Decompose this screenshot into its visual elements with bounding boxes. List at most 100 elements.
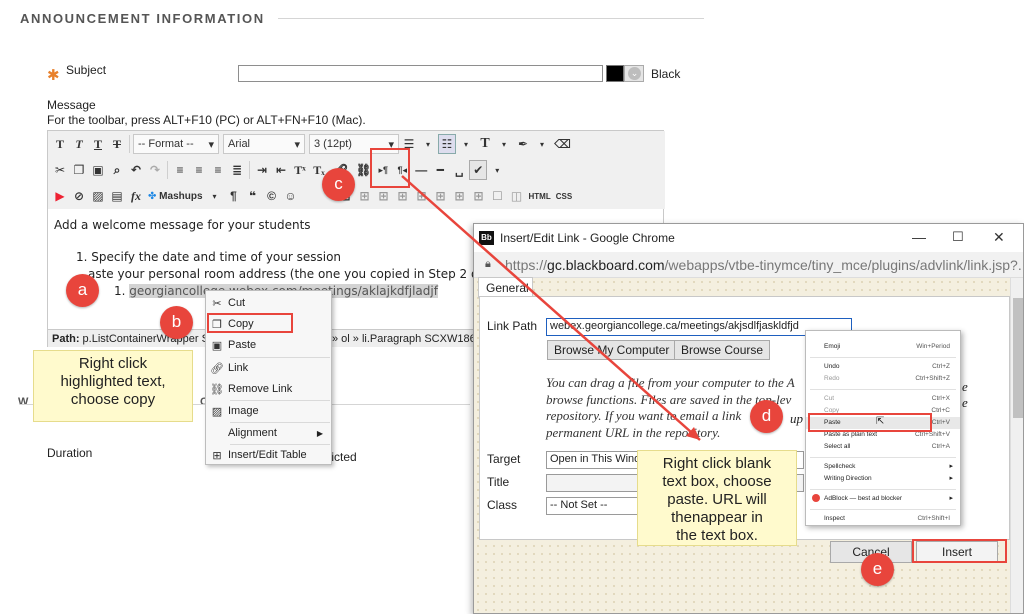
chevron-down-icon[interactable]: ▾	[488, 160, 506, 180]
nonbreaking-space-icon[interactable]: ␣	[450, 160, 468, 180]
superscript-icon[interactable]: Tˣ	[291, 160, 309, 180]
chrome-menu-item-emoji[interactable]: Emoji Win+Period	[806, 341, 960, 353]
chrome-menu-item-cut[interactable]: Cut Ctrl+X	[806, 393, 960, 405]
chrome-menu-item-redo[interactable]: Redo Ctrl+Shift+Z	[806, 373, 960, 385]
menu-item-remove-link[interactable]: ⛓ Remove Link	[206, 379, 331, 399]
outdent-icon[interactable]: ⇤	[272, 160, 290, 180]
preview-icon[interactable]: ☐	[489, 186, 507, 206]
formula-icon[interactable]: fx	[127, 186, 145, 206]
youtube-icon[interactable]: ▶	[51, 186, 69, 206]
undo-icon[interactable]: ↶	[127, 160, 145, 180]
chrome-menu-item-adblock[interactable]: AdBlock — best ad blocker ▸	[806, 493, 960, 505]
eraser-icon[interactable]: ⌫	[552, 134, 573, 154]
menu-item-insert-edit-table[interactable]: ⊞ Insert/Edit Table	[206, 445, 331, 465]
paragraph-icon[interactable]: ¶	[225, 186, 243, 206]
bold-icon[interactable]: T	[51, 134, 69, 154]
path-text: p.ListContainerWrapper S	[79, 333, 209, 345]
chevron-down-icon[interactable]: ▾	[533, 134, 551, 154]
list-item-1: 1. Specify the date and time of your ses…	[76, 250, 342, 264]
underline-icon[interactable]: T	[89, 134, 107, 154]
table-props-icon[interactable]: ⊞	[470, 186, 488, 206]
adblock-icon	[812, 494, 820, 502]
chevron-down-icon[interactable]: ▾	[457, 134, 475, 154]
chrome-menu-item-inspect[interactable]: Inspect Ctrl+Shift+I	[806, 513, 960, 525]
attachment-icon[interactable]: ⊘	[70, 186, 88, 206]
tab-general[interactable]: General	[478, 277, 533, 298]
css-button[interactable]: CSS	[554, 186, 574, 206]
highlight-pen-icon[interactable]: ✒	[514, 134, 532, 154]
italic-icon[interactable]: T	[70, 134, 88, 154]
cut-icon[interactable]: ✂	[51, 160, 69, 180]
chrome-menu-item-undo[interactable]: Undo Ctrl+Z	[806, 361, 960, 373]
minimize-icon[interactable]: —	[912, 229, 926, 245]
copy-icon[interactable]: ❐	[70, 160, 88, 180]
html-button[interactable]: HTML	[527, 186, 553, 206]
chevron-down-icon: ⌄	[628, 67, 641, 80]
numbered-list-icon[interactable]: ☷	[438, 134, 456, 154]
chrome-menu-item-writing-direction[interactable]: Writing Direction ▸	[806, 473, 960, 485]
fullscreen-icon[interactable]: ◫	[508, 186, 526, 206]
spellcheck-icon[interactable]: ✔	[469, 160, 488, 180]
horizontal-line-icon[interactable]: ━	[431, 160, 449, 180]
instruction-note-left: Right click highlighted text, choose cop…	[33, 350, 193, 422]
chrome-menu-item-spellcheck[interactable]: Spellcheck ▸	[806, 461, 960, 473]
menu-item-alignment[interactable]: Alignment ▶	[206, 423, 331, 443]
menu-item-image[interactable]: ▨ Image	[206, 401, 331, 421]
align-center-icon[interactable]: ≡	[190, 160, 208, 180]
subject-label: Subject	[66, 63, 107, 77]
table-row-icon[interactable]: ⊞	[356, 186, 374, 206]
redo-icon[interactable]: ↷	[146, 160, 164, 180]
url-bar[interactable]: 🔒︎ https://gc.blackboard.com/webapps/vtb…	[474, 252, 1023, 278]
quote-icon[interactable]: ❝	[244, 186, 262, 206]
format-select[interactable]: -- Format -- ▾	[133, 134, 219, 154]
align-right-icon[interactable]: ≡	[209, 160, 227, 180]
text-color-icon[interactable]: T	[476, 134, 494, 154]
paste-icon[interactable]: ▣	[89, 160, 107, 180]
link-path-label: Link Path	[487, 319, 538, 333]
search-icon[interactable]: ⌕	[108, 160, 126, 180]
copyright-icon[interactable]: ©	[263, 186, 281, 206]
menu-item-link[interactable]: 🔗︎ Link	[206, 358, 331, 378]
horizontal-rule-icon[interactable]: —	[412, 160, 430, 180]
insert-highlight-box	[912, 539, 1007, 563]
chevron-down-icon[interactable]: ▾	[206, 186, 224, 206]
indent-icon[interactable]: ⇥	[253, 160, 271, 180]
scrollbar-thumb[interactable]	[1013, 298, 1023, 418]
align-justify-icon[interactable]: ≣	[228, 160, 246, 180]
table-col-icon[interactable]: ⊞	[375, 186, 393, 206]
table-merge-icon[interactable]: ⊞	[413, 186, 431, 206]
mashups-label: Mashups	[159, 190, 203, 202]
browse-course-button[interactable]: Browse Course	[674, 340, 771, 360]
table-cell-icon[interactable]: ⊞	[394, 186, 412, 206]
lock-icon: 🔒︎	[485, 258, 491, 270]
close-icon[interactable]: ✕	[993, 229, 1005, 246]
chevron-down-icon[interactable]: ▾	[495, 134, 513, 154]
emoticon-icon[interactable]: ☺	[282, 186, 300, 206]
subject-input[interactable]	[238, 65, 603, 82]
table-split-icon[interactable]: ⊞	[432, 186, 450, 206]
class-select[interactable]: -- Not Set --	[546, 497, 646, 515]
chevron-down-icon[interactable]: ▾	[419, 134, 437, 154]
media-icon[interactable]: ▤	[108, 186, 126, 206]
align-left-icon[interactable]: ≡	[171, 160, 189, 180]
link-icon: 🔗︎	[210, 362, 224, 375]
section-title: ANNOUNCEMENT INFORMATION	[20, 11, 265, 26]
target-select[interactable]: Open in This Windo	[546, 451, 646, 469]
browse-my-computer-button[interactable]: Browse My Computer	[547, 340, 677, 360]
font-select[interactable]: Arial ▾	[223, 134, 305, 154]
marker-e: e	[861, 553, 894, 586]
maximize-icon[interactable]: ☐	[952, 229, 964, 245]
table-delete-icon[interactable]: ⊞	[451, 186, 469, 206]
chrome-menu-item-select-all[interactable]: Select all Ctrl+A	[806, 441, 960, 453]
link-button-highlight-box	[370, 148, 410, 188]
menu-item-paste[interactable]: ▣ Paste	[206, 335, 331, 355]
mashups-icon[interactable]: ✤ Mashups	[146, 186, 205, 206]
image-icon[interactable]: ▨	[89, 186, 107, 206]
scrollbar[interactable]	[1010, 278, 1023, 613]
menu-item-cut[interactable]: ✂ Cut	[206, 293, 331, 313]
color-picker-button[interactable]: ⌄	[624, 65, 644, 82]
unlink-icon: ⛓	[210, 383, 224, 396]
note-left-line-1: Right click	[78, 355, 148, 372]
strikethrough-icon[interactable]: T	[108, 134, 126, 154]
color-swatch[interactable]	[606, 65, 624, 82]
